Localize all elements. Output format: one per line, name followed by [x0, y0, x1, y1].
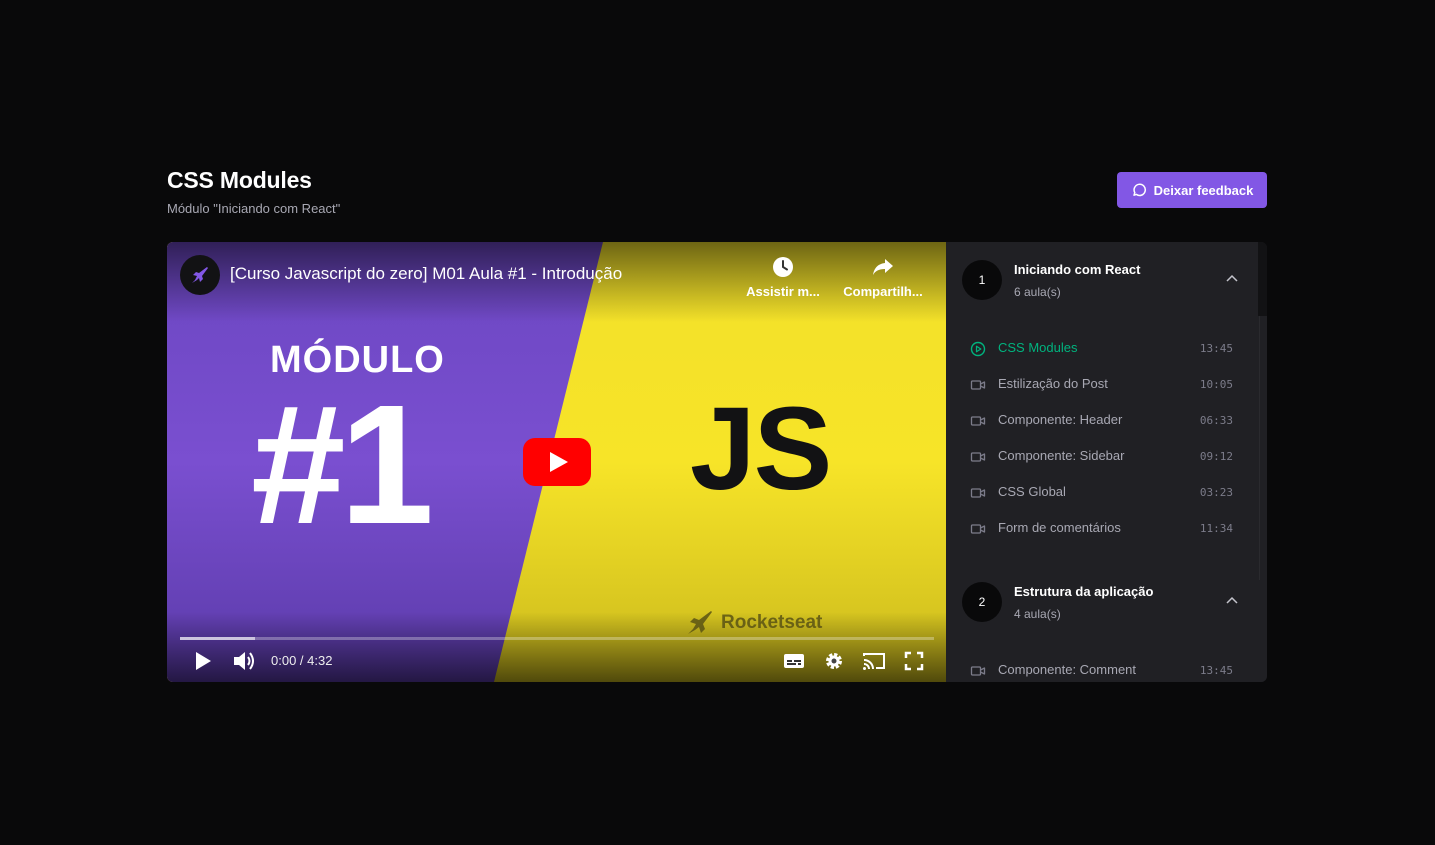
watch-later-label: Assistir m... [746, 284, 820, 299]
lesson-title: Componente: Comment [998, 662, 1137, 677]
video-title[interactable]: [Curso Javascript do zero] M01 Aula #1 -… [230, 264, 622, 284]
sidebar-scrollbar[interactable] [1258, 316, 1267, 682]
lesson-duration: 13:45 [1199, 664, 1233, 677]
thumbnail-js-logo: JS [690, 383, 832, 515]
lesson-item[interactable]: Estilização do Post 10:05 [946, 367, 1258, 403]
play-button[interactable] [190, 648, 216, 674]
rocket-icon [192, 267, 208, 283]
module-title: Estrutura da aplicação [1014, 584, 1154, 599]
feedback-button[interactable]: Deixar feedback [1117, 172, 1267, 208]
share-arrow-icon [873, 259, 893, 275]
module-2-lessons: Componente: Comment 13:45 [946, 638, 1258, 682]
subtitles-button[interactable] [781, 648, 807, 674]
module-number: 2 [962, 582, 1002, 622]
settings-button[interactable] [821, 648, 847, 674]
page-title: CSS Modules [167, 167, 312, 193]
thumbnail-number: #1 [251, 370, 434, 560]
lesson-item[interactable]: CSS Modules 13:45 [946, 331, 1258, 367]
lesson-title: CSS Modules [998, 340, 1078, 355]
lesson-item[interactable]: Componente: Sidebar 09:12 [946, 439, 1258, 475]
module-number: 1 [962, 260, 1002, 300]
lesson-item[interactable]: Form de comentários 11:34 [946, 511, 1258, 547]
lesson-duration: 13:45 [1199, 342, 1233, 355]
youtube-play-icon [523, 438, 591, 486]
video-camera-icon [970, 488, 986, 498]
play-video-button[interactable] [523, 438, 591, 486]
module-title: Iniciando com React [1014, 262, 1141, 277]
chat-bubble-icon [1132, 183, 1146, 197]
lesson-duration: 03:23 [1199, 486, 1233, 499]
lesson-duration: 06:33 [1199, 414, 1233, 427]
share-label: Compartilh... [843, 284, 923, 299]
lesson-duration: 10:05 [1199, 378, 1233, 391]
module-lesson-count: 4 aula(s) [1014, 607, 1061, 621]
module-lesson-count: 6 aula(s) [1014, 285, 1061, 299]
video-camera-icon [970, 452, 986, 462]
page-header: CSS Modules Módulo "Iniciando com React"… [167, 166, 1267, 220]
lesson-duration: 09:12 [1199, 450, 1233, 463]
module-header-1[interactable]: 1 Iniciando com React 6 aula(s) [946, 242, 1258, 316]
lesson-title: Componente: Header [998, 412, 1123, 427]
cast-button[interactable] [861, 648, 887, 674]
rocketseat-watermark: Rocketseat [685, 608, 822, 638]
subtitles-icon [784, 654, 804, 668]
chevron-up-icon[interactable] [1224, 271, 1240, 287]
lesson-duration: 11:34 [1199, 522, 1233, 535]
share-button[interactable]: Compartilh... [841, 256, 925, 299]
rocket-icon [688, 611, 712, 634]
fullscreen-button[interactable] [901, 648, 927, 674]
lesson-title: CSS Global [998, 484, 1066, 499]
video-camera-icon [970, 416, 986, 426]
lesson-title: Form de comentários [998, 520, 1121, 535]
volume-icon [234, 652, 254, 670]
lesson-title: Componente: Sidebar [998, 448, 1125, 463]
video-progress-bar[interactable] [180, 637, 934, 640]
lessons-sidebar: 1 Iniciando com React 6 aula(s) CSS Modu… [946, 242, 1267, 682]
lesson-title: Estilização do Post [998, 376, 1108, 391]
volume-button[interactable] [231, 648, 257, 674]
feedback-button-label: Deixar feedback [1153, 182, 1254, 198]
fullscreen-icon [904, 651, 924, 671]
channel-avatar[interactable] [180, 255, 220, 295]
module-header-2[interactable]: 2 Estrutura da aplicação 4 aula(s) [946, 564, 1258, 638]
video-player[interactable]: MÓDULO #1 JS Rocketseat [Curso Javascrip… [167, 242, 946, 682]
chevron-up-icon[interactable] [1224, 593, 1240, 609]
video-camera-icon [970, 666, 986, 676]
lesson-item[interactable]: Componente: Comment 13:45 [946, 653, 1258, 682]
watermark-text: Rocketseat [721, 612, 823, 633]
scrollbar-thumb[interactable] [1259, 316, 1266, 580]
lesson-item[interactable]: Componente: Header 06:33 [946, 403, 1258, 439]
progress-loaded [180, 637, 256, 640]
lesson-item[interactable]: CSS Global 03:23 [946, 475, 1258, 511]
video-time: 0:00 / 4:32 [271, 653, 333, 668]
watch-later-button[interactable]: Assistir m... [741, 256, 825, 299]
cast-icon [863, 653, 885, 670]
play-icon [196, 652, 211, 670]
lesson-player-card: MÓDULO #1 JS Rocketseat [Curso Javascrip… [167, 242, 1267, 682]
page-subtitle: Módulo "Iniciando com React" [167, 201, 341, 216]
module-1-lessons: CSS Modules 13:45 Estilização do Post 10… [946, 316, 1258, 564]
clock-icon [773, 257, 793, 277]
gear-icon [826, 653, 842, 669]
video-camera-icon [970, 524, 986, 534]
video-camera-icon [970, 380, 986, 390]
play-circle-icon [970, 341, 986, 357]
